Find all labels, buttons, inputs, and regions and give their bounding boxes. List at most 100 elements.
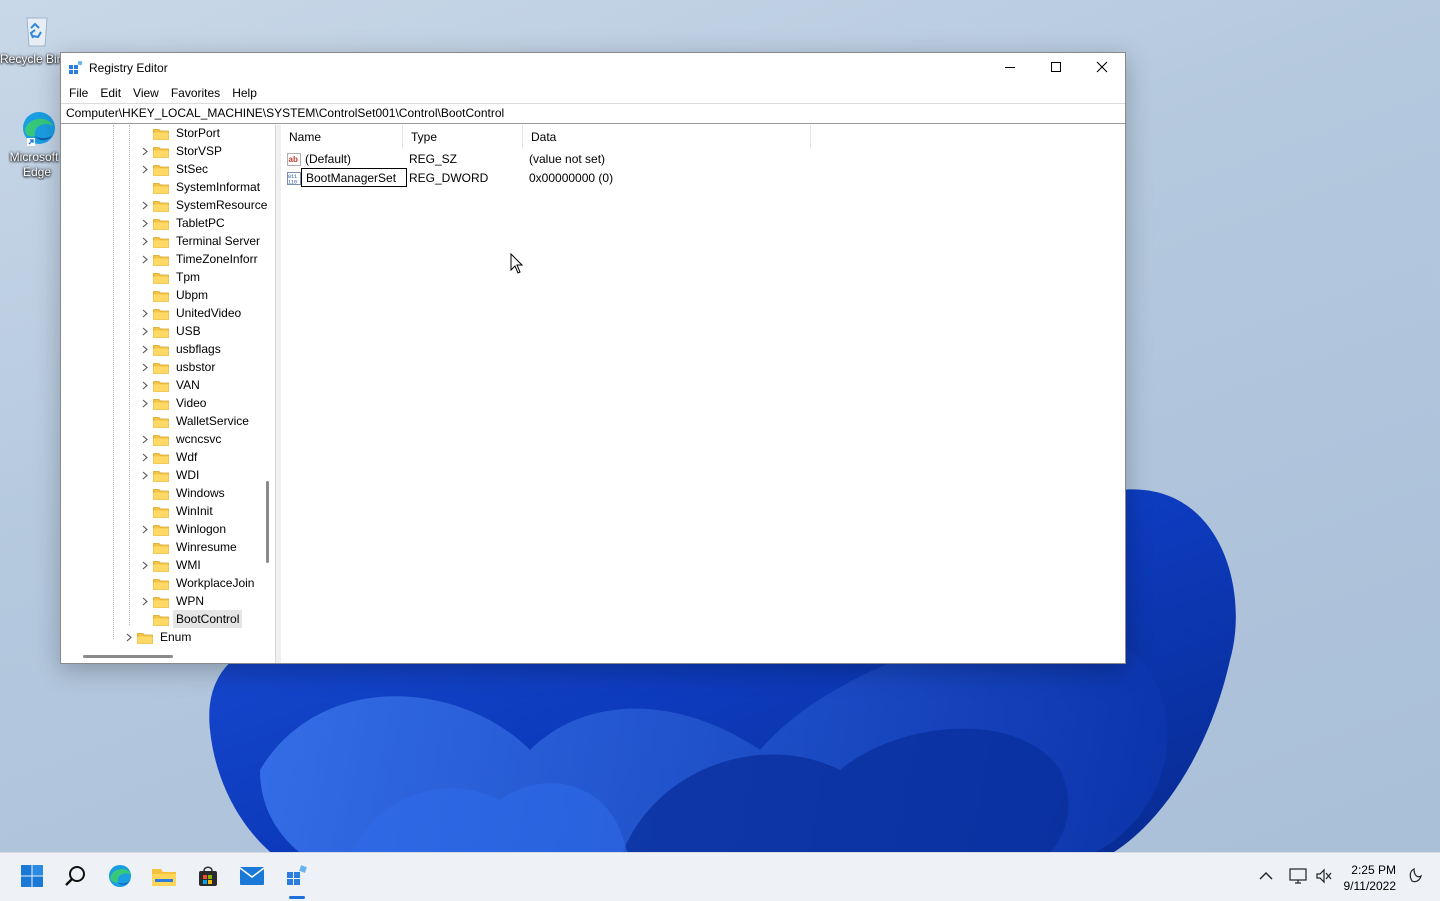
tree-item[interactable]: Tpm	[139, 268, 203, 286]
menu-favorites[interactable]: Favorites	[165, 83, 226, 103]
expand-chevron-icon[interactable]	[139, 358, 151, 376]
key-tree-pane[interactable]: StorPort StorVSP StSec SystemInformat System…	[61, 125, 275, 663]
tree-item[interactable]: Wdf	[139, 448, 200, 466]
tree-item[interactable]: StSec	[139, 160, 211, 178]
tree-item-label: Winresume	[176, 540, 237, 554]
tree-horizontal-scrollbar[interactable]	[61, 651, 264, 663]
tree-item[interactable]: StorPort	[139, 125, 223, 142]
taskbar-file-explorer-button[interactable]	[146, 859, 182, 895]
tree-item[interactable]: StorVSP	[139, 142, 225, 160]
column-header-name[interactable]: Name	[281, 125, 403, 149]
value-name: (Default)	[305, 152, 352, 166]
expand-chevron-icon[interactable]	[139, 340, 151, 358]
menu-edit[interactable]: Edit	[94, 83, 127, 103]
search-button[interactable]	[58, 859, 94, 895]
taskbar-store-button[interactable]	[190, 859, 226, 895]
taskbar-clock[interactable]: 2:25 PM 9/11/2022	[1344, 862, 1397, 894]
tree-item[interactable]: WalletService	[139, 412, 252, 430]
values-list-pane[interactable]: Name Type Data ab (Default) REG_SZ (valu…	[281, 125, 1125, 663]
expand-chevron-icon[interactable]	[139, 142, 151, 160]
tree-item[interactable]: USB	[139, 322, 204, 340]
tree-item[interactable]: WPN	[139, 592, 207, 610]
tree-item[interactable]: usbstor	[139, 358, 218, 376]
tree-item-label: WDI	[176, 468, 200, 482]
folder-icon	[153, 235, 169, 248]
tree-item[interactable]: SystemResource	[139, 196, 270, 214]
expand-chevron-icon[interactable]	[139, 520, 151, 538]
network-button[interactable]	[1284, 859, 1312, 895]
taskbar-mail-button[interactable]	[234, 859, 270, 895]
taskbar: 2:25 PM 9/11/2022	[0, 852, 1440, 901]
expand-chevron-icon[interactable]	[123, 628, 135, 646]
expand-chevron-icon[interactable]	[139, 322, 151, 340]
expand-chevron-icon[interactable]	[139, 232, 151, 250]
title-bar[interactable]: Registry Editor	[61, 53, 1125, 83]
tree-item[interactable]: Winresume	[139, 538, 240, 556]
minimize-button[interactable]	[987, 53, 1033, 83]
close-button[interactable]	[1079, 53, 1125, 83]
scrollbar-thumb[interactable]	[83, 655, 173, 658]
tree-item-label: StorVSP	[176, 144, 223, 158]
expand-chevron-icon[interactable]	[139, 196, 151, 214]
tree-item[interactable]: wcncsvc	[139, 430, 224, 448]
tree-item[interactable]: WDI	[139, 466, 202, 484]
expand-chevron-icon[interactable]	[139, 304, 151, 322]
tree-item[interactable]: Windows	[139, 484, 228, 502]
tree-item[interactable]: Terminal Server	[139, 232, 263, 250]
column-header-type[interactable]: Type	[403, 125, 523, 149]
rename-value-input[interactable]	[301, 168, 407, 187]
scrollbar-thumb[interactable]	[266, 481, 269, 563]
expand-chevron-icon[interactable]	[139, 160, 151, 178]
address-bar[interactable]: Computer\HKEY_LOCAL_MACHINE\SYSTEM\Contr…	[61, 103, 1125, 124]
start-button[interactable]	[14, 859, 50, 895]
tree-item[interactable]: Enum	[123, 628, 194, 646]
expand-chevron-icon[interactable]	[139, 394, 151, 412]
clock-time: 2:25 PM	[1351, 863, 1396, 877]
list-row[interactable]: ab (Default) REG_SZ (value not set)	[281, 150, 881, 169]
expand-chevron-icon[interactable]	[139, 556, 151, 574]
tree-item[interactable]: TimeZoneInforr	[139, 250, 261, 268]
tree-item-label: Windows	[176, 486, 225, 500]
folder-icon	[153, 199, 169, 212]
tree-item[interactable]: WinInit	[139, 502, 216, 520]
tree-item[interactable]: SystemInformat	[139, 178, 263, 196]
tree-item[interactable]: Winlogon	[139, 520, 229, 538]
expand-chevron-icon[interactable]	[139, 592, 151, 610]
mouse-cursor-icon	[510, 252, 524, 278]
tree-item[interactable]: usbflags	[139, 340, 224, 358]
expand-chevron-icon[interactable]	[139, 376, 151, 394]
menu-file[interactable]: File	[63, 83, 94, 103]
folder-icon	[153, 127, 169, 140]
tree-vertical-scrollbar[interactable]	[264, 125, 272, 649]
tree-item[interactable]: VAN	[139, 376, 203, 394]
tree-item[interactable]: WMI	[139, 556, 204, 574]
notifications-button[interactable]	[1400, 859, 1428, 895]
taskbar-edge-button[interactable]	[102, 859, 138, 895]
expand-chevron-icon[interactable]	[139, 448, 151, 466]
tree-item[interactable]: UnitedVideo	[139, 304, 244, 322]
tree-item-label: TabletPC	[176, 216, 225, 230]
maximize-button[interactable]	[1033, 53, 1079, 83]
tree-item[interactable]: BootControl	[139, 610, 243, 628]
menu-view[interactable]: View	[127, 83, 165, 103]
expand-chevron-icon[interactable]	[139, 466, 151, 484]
volume-button[interactable]	[1310, 859, 1338, 895]
tree-item[interactable]: Video	[139, 394, 209, 412]
show-hidden-icons-button[interactable]	[1252, 859, 1280, 895]
taskbar-registry-editor-button[interactable]	[279, 859, 315, 895]
expand-chevron-icon[interactable]	[139, 430, 151, 448]
tree-item[interactable]: TabletPC	[139, 214, 228, 232]
svg-text:ab: ab	[289, 155, 298, 164]
list-row[interactable]: 011110 REG_DWORD 0x00000000 (0)	[281, 168, 881, 188]
expand-chevron-icon[interactable]	[139, 250, 151, 268]
folder-icon	[153, 217, 169, 230]
tree-item[interactable]: WorkplaceJoin	[139, 574, 257, 592]
column-header-data[interactable]: Data	[523, 125, 811, 149]
menu-help[interactable]: Help	[226, 83, 263, 103]
tree-item[interactable]: Ubpm	[139, 286, 211, 304]
tree-item-label: UnitedVideo	[176, 306, 242, 320]
expand-chevron-icon[interactable]	[139, 214, 151, 232]
